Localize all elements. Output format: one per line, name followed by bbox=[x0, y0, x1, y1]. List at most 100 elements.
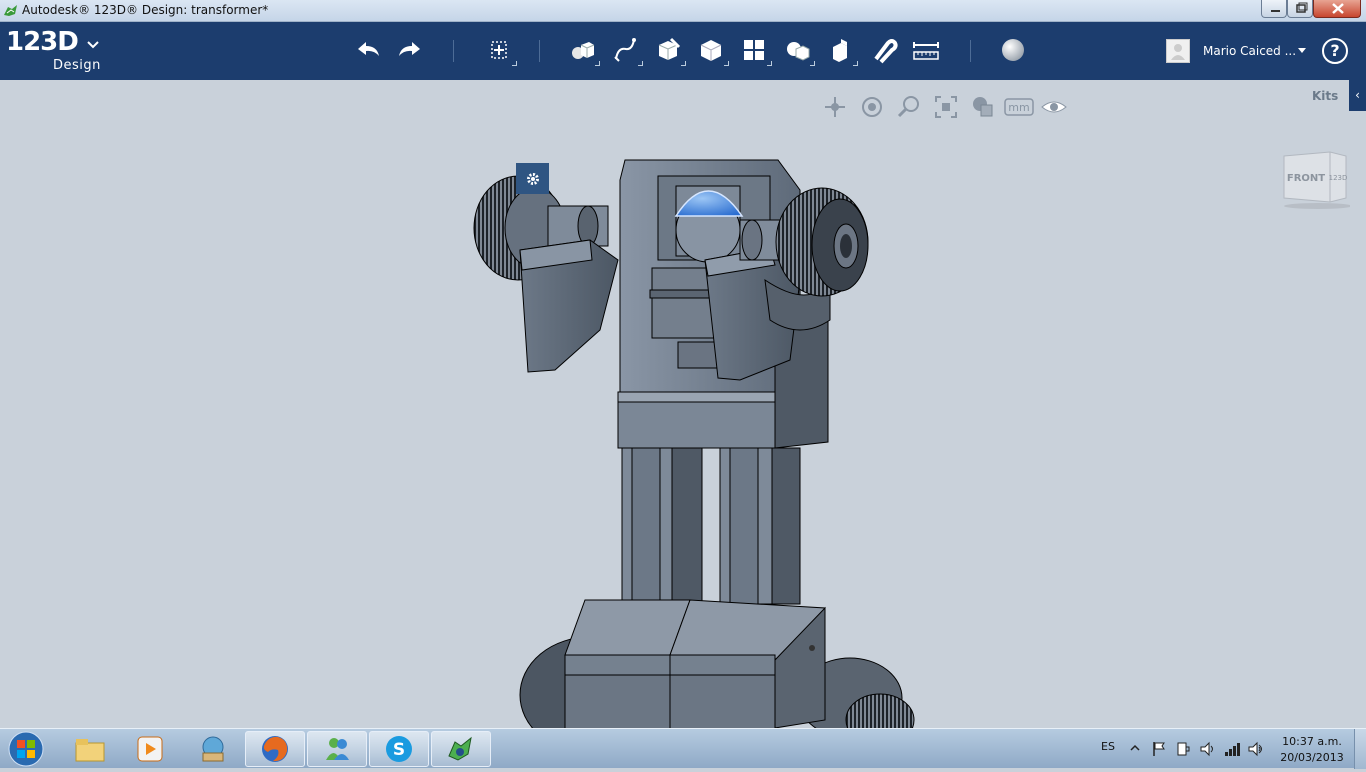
sketch-icon bbox=[614, 38, 636, 62]
pattern-icon bbox=[744, 40, 764, 60]
system-clock[interactable]: 10:37 a.m. 20/03/2013 bbox=[1276, 734, 1348, 766]
redo-button[interactable] bbox=[392, 32, 428, 68]
user-icon bbox=[1171, 44, 1185, 60]
construct-button[interactable] bbox=[650, 32, 686, 68]
start-button[interactable] bbox=[4, 730, 48, 768]
show-hidden-icons-icon[interactable] bbox=[1130, 743, 1140, 753]
minimize-button[interactable] bbox=[1261, 0, 1287, 18]
fit-icon bbox=[935, 96, 957, 118]
units-button[interactable]: mm bbox=[1004, 93, 1034, 121]
snap-button[interactable] bbox=[865, 32, 901, 68]
skype-icon: S bbox=[386, 736, 412, 762]
speaker-icon[interactable] bbox=[1247, 741, 1265, 757]
chevron-down-icon bbox=[87, 41, 99, 49]
modify-button[interactable] bbox=[693, 32, 729, 68]
pattern-button[interactable] bbox=[736, 32, 772, 68]
restore-icon bbox=[1296, 2, 1308, 13]
redo-icon bbox=[399, 42, 420, 56]
clock-time: 10:37 a.m. bbox=[1282, 735, 1342, 748]
app-logo[interactable]: 123D Design bbox=[6, 27, 100, 73]
firefox-icon bbox=[262, 736, 288, 762]
taskbar-media-player[interactable] bbox=[120, 731, 180, 767]
window-title: Autodesk® 123D® Design: transformer* bbox=[22, 3, 269, 17]
caret-down-icon bbox=[1298, 48, 1306, 53]
show-desktop-button[interactable] bbox=[1354, 729, 1366, 769]
zoom-button[interactable] bbox=[894, 93, 924, 121]
measure-icon bbox=[913, 42, 939, 60]
visual-style-button[interactable] bbox=[968, 93, 998, 121]
toolbar-divider bbox=[970, 40, 971, 62]
visual-style-icon bbox=[973, 97, 993, 117]
units-icon: mm bbox=[1004, 98, 1034, 116]
dashboard-icon bbox=[202, 736, 224, 762]
primitives-icon bbox=[572, 42, 595, 59]
folder-icon bbox=[75, 739, 105, 762]
modify-icon bbox=[700, 40, 722, 61]
signal-icon[interactable] bbox=[1223, 741, 1241, 757]
sketch-button[interactable] bbox=[607, 32, 643, 68]
clock-date: 20/03/2013 bbox=[1280, 751, 1344, 764]
orbit-button[interactable] bbox=[857, 93, 887, 121]
logo-main: 123D bbox=[6, 27, 79, 57]
3d-viewport[interactable]: mm Kits ‹ FRONT 123D bbox=[0, 80, 1366, 728]
undo-icon bbox=[358, 42, 379, 56]
viewcube-front-face[interactable]: FRONT bbox=[1287, 173, 1325, 184]
minimize-icon bbox=[1271, 10, 1280, 12]
volume-icon[interactable] bbox=[1199, 741, 1217, 757]
taskbar-firefox[interactable] bbox=[245, 731, 305, 767]
viewcube-right-face[interactable]: 123D bbox=[1329, 174, 1348, 182]
measure-button[interactable] bbox=[908, 32, 944, 68]
grouping-icon bbox=[787, 42, 810, 61]
construct-icon bbox=[658, 37, 681, 60]
material-button[interactable] bbox=[995, 32, 1031, 68]
combine-button[interactable] bbox=[822, 32, 858, 68]
taskbar-skype[interactable]: S bbox=[369, 731, 429, 767]
combine-icon bbox=[833, 39, 847, 62]
kits-panel-toggle[interactable]: ‹ bbox=[1349, 80, 1366, 111]
restore-button[interactable] bbox=[1287, 0, 1313, 18]
taskbar-dashboard[interactable] bbox=[183, 731, 243, 767]
language-indicator[interactable]: ES bbox=[1101, 740, 1115, 753]
pan-icon bbox=[825, 97, 845, 117]
123d-app-icon bbox=[448, 736, 472, 761]
eye-icon bbox=[1041, 101, 1067, 113]
pan-button[interactable] bbox=[820, 93, 850, 121]
user-name: Mario Caiced ... bbox=[1203, 44, 1297, 58]
fit-button[interactable] bbox=[931, 93, 961, 121]
messenger-icon bbox=[326, 738, 349, 760]
avatar bbox=[1166, 39, 1190, 63]
title-bar: Autodesk® 123D® Design: transformer* bbox=[0, 0, 1366, 22]
media-player-icon bbox=[137, 736, 163, 762]
gear-icon bbox=[526, 172, 539, 185]
orbit-icon bbox=[862, 97, 882, 117]
viewcube[interactable]: FRONT 123D bbox=[1280, 150, 1350, 210]
main-toolbar: 123D Design Mario Caiced ... ? bbox=[0, 22, 1366, 80]
taskbar-123d-design[interactable] bbox=[431, 731, 491, 767]
kits-label[interactable]: Kits bbox=[1312, 89, 1338, 103]
settings-button[interactable] bbox=[516, 163, 549, 194]
user-menu[interactable]: Mario Caiced ... bbox=[1166, 39, 1306, 65]
app-icon bbox=[4, 5, 17, 16]
zoom-icon bbox=[897, 96, 919, 118]
visibility-button[interactable] bbox=[1039, 93, 1069, 121]
transform-icon bbox=[491, 41, 507, 59]
grouping-button[interactable] bbox=[779, 32, 815, 68]
transformer-model[interactable] bbox=[0, 80, 1366, 728]
close-button[interactable] bbox=[1313, 0, 1361, 18]
transform-button[interactable] bbox=[481, 32, 517, 68]
network-device-icon[interactable] bbox=[1175, 741, 1191, 757]
close-icon bbox=[1332, 3, 1344, 14]
taskbar-explorer[interactable] bbox=[60, 731, 120, 767]
taskbar-messenger[interactable] bbox=[307, 731, 367, 767]
taskbar: S ES 10:37 a.m. 20/03/2013 bbox=[0, 728, 1366, 769]
windows-logo-icon bbox=[8, 731, 44, 767]
primitives-button[interactable] bbox=[564, 32, 600, 68]
logo-sub: Design bbox=[53, 58, 101, 73]
toolbar-divider bbox=[539, 40, 540, 62]
action-center-flag-icon[interactable] bbox=[1151, 741, 1167, 757]
toolbar-divider bbox=[453, 40, 454, 62]
undo-button[interactable] bbox=[350, 32, 386, 68]
help-button[interactable]: ? bbox=[1322, 38, 1348, 64]
material-icon bbox=[1002, 39, 1024, 61]
svg-text:S: S bbox=[393, 740, 405, 760]
